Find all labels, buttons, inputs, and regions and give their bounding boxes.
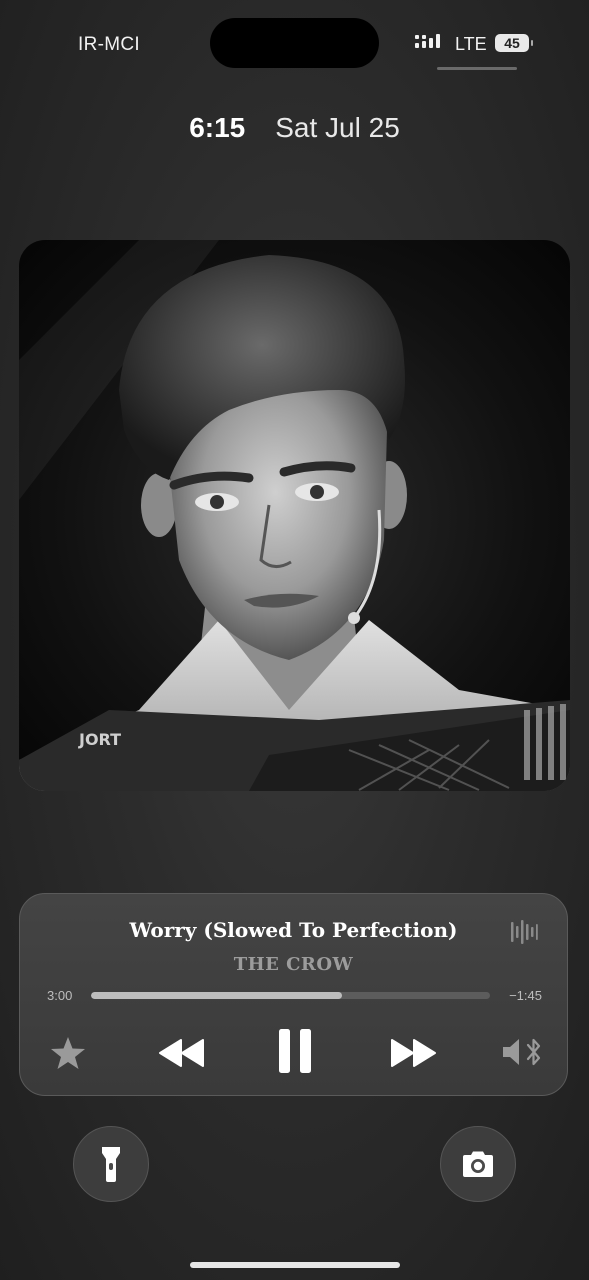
play-pause-button[interactable] [272, 1026, 318, 1076]
elapsed-time: 3:00 [47, 988, 73, 1003]
speaker-bluetooth-icon [503, 1038, 541, 1066]
star-icon [51, 1037, 85, 1069]
dynamic-island [210, 18, 379, 68]
camera-button[interactable] [440, 1126, 516, 1202]
signal-icon [415, 34, 440, 48]
forward-icon [391, 1039, 436, 1067]
progress-scrubber[interactable] [91, 992, 490, 999]
artwork-portrait: JORT [19, 240, 570, 791]
flashlight-icon [102, 1147, 120, 1182]
rewind-icon [159, 1039, 204, 1067]
song-title[interactable]: Worry (Slowed To Perfection) [20, 918, 567, 942]
favorite-button[interactable] [48, 1034, 88, 1072]
carrier-label: IR-MCI [78, 34, 140, 55]
next-button[interactable] [383, 1034, 443, 1072]
home-indicator[interactable] [190, 1262, 400, 1268]
audio-output-button[interactable] [498, 1032, 548, 1072]
status-bar: IR-MCI LTE 45 [0, 0, 589, 80]
status-indicator-line [437, 67, 517, 70]
camera-icon [463, 1151, 493, 1177]
progress-fill [91, 992, 343, 999]
network-label: LTE [455, 34, 487, 54]
battery-level: 45 [495, 34, 529, 52]
waveform-icon[interactable] [510, 918, 538, 946]
now-playing-widget: Worry (Slowed To Perfection) THE CROW 3:… [19, 893, 568, 1096]
jacket-text: JORT [78, 730, 121, 749]
clock-time: 6:15 [189, 112, 246, 143]
pause-icon [279, 1029, 311, 1073]
battery-icon: 45 [495, 34, 533, 52]
album-artwork[interactable]: JORT [19, 240, 570, 791]
clock-date: Sat Jul 25 [275, 112, 400, 143]
artist-name[interactable]: THE CROW [20, 954, 567, 975]
flashlight-button[interactable] [73, 1126, 149, 1202]
remaining-time: −1:45 [509, 988, 542, 1003]
previous-button[interactable] [152, 1034, 212, 1072]
lockscreen-clock: 6:15 Sat Jul 25 [0, 112, 589, 144]
